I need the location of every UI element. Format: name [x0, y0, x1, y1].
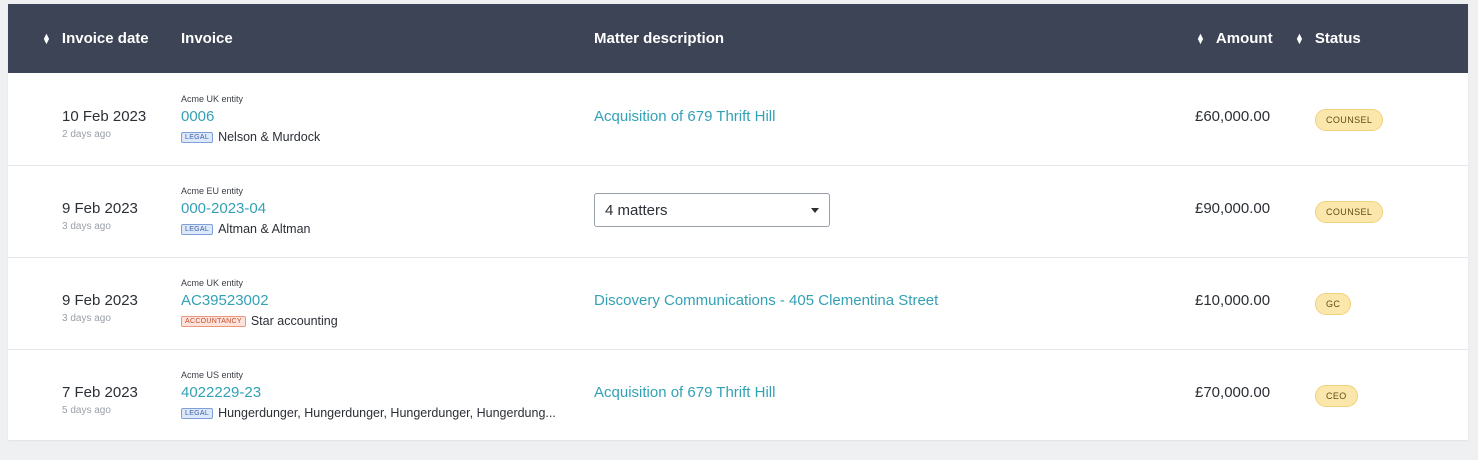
- invoice-date-relative: 2 days ago: [62, 129, 111, 140]
- invoice-date-relative: 3 days ago: [62, 221, 111, 232]
- supplier-name: Nelson & Murdock: [218, 130, 321, 144]
- amount: £60,000.00: [1195, 108, 1271, 125]
- matter-link[interactable]: Acquisition of 679 Thrift Hill: [594, 108, 775, 125]
- table-row[interactable]: 9 Feb 2023 3 days ago Acme UK entity AC3…: [8, 257, 1468, 350]
- invoice-date-relative: 3 days ago: [62, 313, 111, 324]
- column-header-label: Invoice date: [61, 30, 149, 47]
- matter-link[interactable]: Acquisition of 679 Thrift Hill: [594, 384, 775, 401]
- matters-dropdown-value: 4 matters: [605, 201, 668, 219]
- invoice-date: 9 Feb 2023: [62, 292, 138, 309]
- status-badge: COUNSEL: [1315, 109, 1384, 131]
- category-tag: ACCOUNTANCY: [181, 315, 246, 327]
- table-row[interactable]: 10 Feb 2023 2 days ago Acme UK entity 00…: [8, 73, 1468, 166]
- table-header: ▲ ▼ Invoice date Invoice Matter descripti…: [8, 4, 1468, 73]
- matter-link[interactable]: Discovery Communications - 405 Clementin…: [594, 292, 938, 309]
- supplier-name: Hungerdunger, Hungerdunger, Hungerdunger…: [218, 406, 556, 420]
- chevron-down-icon: [811, 208, 819, 213]
- entity-name: Acme EU entity: [181, 186, 244, 196]
- supplier: ACCOUNTANCY Star accounting: [181, 314, 338, 328]
- table-row[interactable]: 7 Feb 2023 5 days ago Acme US entity 402…: [8, 349, 1468, 441]
- category-tag: LEGAL: [181, 407, 214, 419]
- supplier-name: Star accounting: [250, 314, 338, 328]
- entity-name: Acme UK entity: [181, 278, 244, 288]
- supplier: LEGAL Hungerdunger, Hungerdunger, Hunger…: [181, 406, 556, 420]
- invoice-number-link[interactable]: 000-2023-04: [181, 200, 266, 217]
- status-badge: CEO: [1315, 385, 1358, 407]
- column-header-amount[interactable]: ▲ ▼ Amount: [1196, 4, 1273, 73]
- column-header-label: Status: [1314, 30, 1361, 47]
- matters-dropdown[interactable]: 4 matters: [594, 193, 830, 227]
- invoice-number-link[interactable]: 4022229-23: [181, 384, 261, 401]
- status-badge: GC: [1315, 293, 1352, 315]
- invoice-date: 10 Feb 2023: [62, 108, 147, 125]
- invoice-number-link[interactable]: 0006: [181, 108, 214, 125]
- amount: £90,000.00: [1195, 200, 1271, 217]
- column-header-invoice: Invoice: [181, 4, 233, 73]
- invoice-date: 9 Feb 2023: [62, 200, 138, 217]
- supplier-name: Altman & Altman: [218, 222, 311, 236]
- status-badge: COUNSEL: [1315, 201, 1384, 223]
- column-header-matter: Matter description: [594, 4, 724, 73]
- category-tag: LEGAL: [181, 223, 214, 235]
- column-header-label: Matter description: [594, 30, 725, 47]
- supplier: LEGAL Nelson & Murdock: [181, 130, 320, 144]
- invoice-table: ▲ ▼ Invoice date Invoice Matter descripti…: [8, 4, 1468, 440]
- supplier: LEGAL Altman & Altman: [181, 222, 310, 236]
- entity-name: Acme UK entity: [181, 94, 244, 104]
- column-header-invoice-date[interactable]: ▲ ▼ Invoice date: [42, 4, 149, 73]
- column-header-status[interactable]: ▲ ▼ Status: [1295, 4, 1361, 73]
- amount: £10,000.00: [1195, 292, 1271, 309]
- sort-icon[interactable]: ▲ ▼: [42, 31, 51, 45]
- invoice-number-link[interactable]: AC39523002: [181, 292, 269, 309]
- table-row[interactable]: 9 Feb 2023 3 days ago Acme EU entity 000…: [8, 165, 1468, 258]
- sort-icon[interactable]: ▲ ▼: [1295, 31, 1304, 45]
- column-header-label: Invoice: [181, 30, 233, 47]
- invoice-date: 7 Feb 2023: [62, 384, 138, 401]
- column-header-label: Amount: [1215, 30, 1273, 47]
- amount: £70,000.00: [1195, 384, 1271, 401]
- invoice-date-relative: 5 days ago: [62, 405, 111, 416]
- sort-icon[interactable]: ▲ ▼: [1196, 31, 1205, 45]
- category-tag: LEGAL: [181, 131, 214, 143]
- entity-name: Acme US entity: [181, 370, 244, 380]
